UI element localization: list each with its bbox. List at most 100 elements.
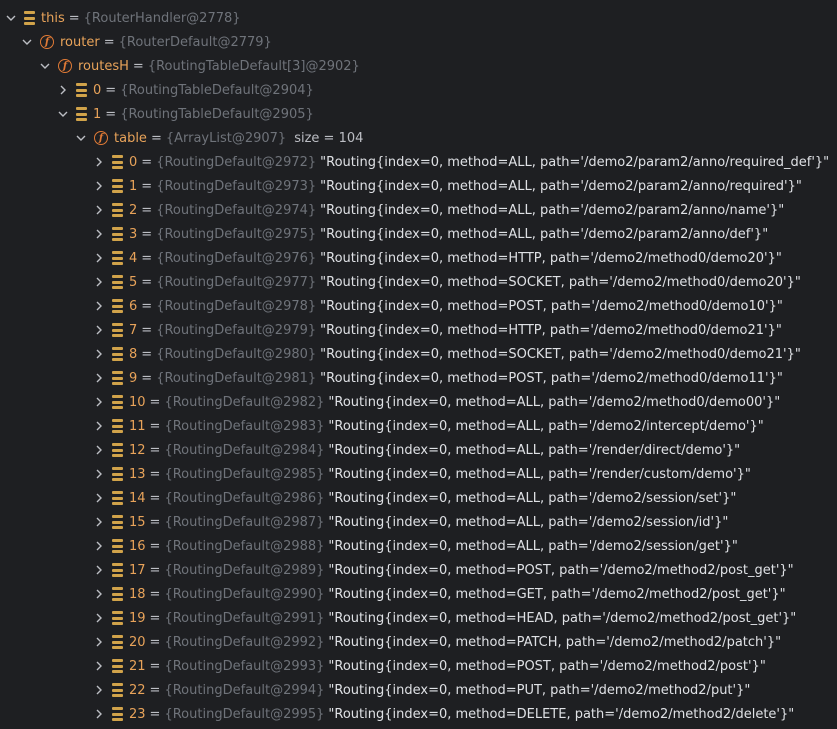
- array-element-icon: [112, 443, 123, 457]
- table-item-row[interactable]: 19 = {RoutingDefault@2991} "Routing{inde…: [0, 606, 837, 630]
- chevron-down-icon[interactable]: [56, 107, 70, 121]
- array-element-icon: [112, 683, 123, 697]
- chevron-right-icon[interactable]: [92, 347, 106, 361]
- tree-node-routesH[interactable]: f routesH = {RoutingTableDefault[3]@2902…: [0, 54, 837, 78]
- chevron-right-icon[interactable]: [92, 539, 106, 553]
- table-item-row[interactable]: 18 = {RoutingDefault@2990} "Routing{inde…: [0, 582, 837, 606]
- array-element-icon: [24, 11, 35, 25]
- table-item-row[interactable]: 14 = {RoutingDefault@2986} "Routing{inde…: [0, 486, 837, 510]
- table-item-row[interactable]: 4 = {RoutingDefault@2976} "Routing{index…: [0, 246, 837, 270]
- tree-node-router[interactable]: f router = {RouterDefault@2779}: [0, 30, 837, 54]
- table-item-row[interactable]: 23 = {RoutingDefault@2995} "Routing{inde…: [0, 702, 837, 726]
- table-item-row[interactable]: 8 = {RoutingDefault@2980} "Routing{index…: [0, 342, 837, 366]
- chevron-down-icon[interactable]: [4, 11, 18, 25]
- chevron-right-icon[interactable]: [92, 563, 106, 577]
- table-item-row[interactable]: 22 = {RoutingDefault@2994} "Routing{inde…: [0, 678, 837, 702]
- chevron-right-icon[interactable]: [92, 227, 106, 241]
- table-item-row[interactable]: 20 = {RoutingDefault@2992} "Routing{inde…: [0, 630, 837, 654]
- tree-node-table[interactable]: f table = {ArrayList@2907} size = 104: [0, 126, 837, 150]
- chevron-right-icon[interactable]: [92, 491, 106, 505]
- table-item-row[interactable]: 2 = {RoutingDefault@2974} "Routing{index…: [0, 198, 837, 222]
- item-index: 12: [129, 442, 146, 458]
- chevron-right-icon[interactable]: [92, 611, 106, 625]
- equals-sign: =: [141, 370, 153, 386]
- equals-sign: =: [149, 538, 161, 554]
- item-ref: {RoutingDefault@2980}: [156, 346, 317, 362]
- table-item-row[interactable]: 21 = {RoutingDefault@2993} "Routing{inde…: [0, 654, 837, 678]
- chevron-right-icon[interactable]: [92, 419, 106, 433]
- equals-sign: =: [105, 106, 117, 122]
- tree-node-routesH-1[interactable]: 1 = {RoutingTableDefault@2905}: [0, 102, 837, 126]
- chevron-right-icon[interactable]: [92, 323, 106, 337]
- chevron-right-icon[interactable]: [92, 683, 106, 697]
- chevron-right-icon[interactable]: [92, 275, 106, 289]
- chevron-right-icon[interactable]: [56, 83, 70, 97]
- item-index: 16: [129, 538, 146, 554]
- chevron-right-icon[interactable]: [92, 371, 106, 385]
- tree-node-this[interactable]: this = {RouterHandler@2778}: [0, 6, 837, 30]
- item-index: 11: [129, 418, 146, 434]
- equals-sign: =: [149, 658, 161, 674]
- chevron-right-icon[interactable]: [92, 707, 106, 721]
- chevron-down-icon[interactable]: [20, 35, 34, 49]
- item-value: "Routing{index=0, method=ALL, path='/dem…: [320, 226, 769, 242]
- item-value: "Routing{index=0, method=PATCH, path='/d…: [328, 634, 782, 650]
- item-value: "Routing{index=0, method=POST, path='/de…: [320, 370, 783, 386]
- chevron-right-icon[interactable]: [92, 203, 106, 217]
- item-index: 19: [129, 610, 146, 626]
- equals-sign: =: [149, 418, 161, 434]
- table-item-row[interactable]: 7 = {RoutingDefault@2979} "Routing{index…: [0, 318, 837, 342]
- table-item-row[interactable]: 1 = {RoutingDefault@2973} "Routing{index…: [0, 174, 837, 198]
- chevron-down-icon[interactable]: [38, 59, 52, 73]
- chevron-right-icon[interactable]: [92, 467, 106, 481]
- equals-sign: =: [141, 322, 153, 338]
- item-ref: {RoutingDefault@2987}: [164, 514, 325, 530]
- item-index: 6: [129, 298, 138, 314]
- equals-sign: =: [149, 466, 161, 482]
- item-value: "Routing{index=0, method=POST, path='/de…: [328, 562, 794, 578]
- table-item-row[interactable]: 6 = {RoutingDefault@2978} "Routing{index…: [0, 294, 837, 318]
- chevron-right-icon[interactable]: [92, 155, 106, 169]
- array-element-icon: [112, 635, 123, 649]
- chevron-right-icon[interactable]: [92, 395, 106, 409]
- equals-sign: =: [141, 298, 153, 314]
- item-ref: {RoutingDefault@2991}: [164, 610, 325, 626]
- chevron-right-icon[interactable]: [92, 179, 106, 193]
- table-item-row[interactable]: 15 = {RoutingDefault@2987} "Routing{inde…: [0, 510, 837, 534]
- table-item-row[interactable]: 3 = {RoutingDefault@2975} "Routing{index…: [0, 222, 837, 246]
- chevron-right-icon[interactable]: [92, 635, 106, 649]
- item-ref: {RoutingDefault@2985}: [164, 466, 325, 482]
- item-value: "Routing{index=0, method=PUT, path='/dem…: [328, 682, 751, 698]
- item-value: "Routing{index=0, method=ALL, path='/dem…: [320, 178, 802, 194]
- table-item-row[interactable]: 17 = {RoutingDefault@2989} "Routing{inde…: [0, 558, 837, 582]
- item-value: "Routing{index=0, method=ALL, path='/ren…: [328, 466, 751, 482]
- chevron-right-icon[interactable]: [92, 443, 106, 457]
- table-item-row[interactable]: 13 = {RoutingDefault@2985} "Routing{inde…: [0, 462, 837, 486]
- item-value: "Routing{index=0, method=HTTP, path='/de…: [320, 250, 782, 266]
- table-item-row[interactable]: 12 = {RoutingDefault@2984} "Routing{inde…: [0, 438, 837, 462]
- equals-sign: =: [141, 154, 153, 170]
- chevron-right-icon[interactable]: [92, 515, 106, 529]
- chevron-right-icon[interactable]: [92, 251, 106, 265]
- chevron-right-icon[interactable]: [92, 659, 106, 673]
- table-item-row[interactable]: 9 = {RoutingDefault@2981} "Routing{index…: [0, 366, 837, 390]
- table-item-row[interactable]: 11 = {RoutingDefault@2983} "Routing{inde…: [0, 414, 837, 438]
- table-item-row[interactable]: 16 = {RoutingDefault@2988} "Routing{inde…: [0, 534, 837, 558]
- array-element-icon: [112, 707, 123, 721]
- table-item-row[interactable]: 0 = {RoutingDefault@2972} "Routing{index…: [0, 150, 837, 174]
- node-label: table: [114, 130, 147, 146]
- array-element-icon: [112, 251, 123, 265]
- item-index: 9: [129, 370, 138, 386]
- equals-sign: =: [141, 274, 153, 290]
- table-item-row[interactable]: 10 = {RoutingDefault@2982} "Routing{inde…: [0, 390, 837, 414]
- chevron-down-icon[interactable]: [74, 131, 88, 145]
- chevron-right-icon[interactable]: [92, 299, 106, 313]
- table-item-row[interactable]: 5 = {RoutingDefault@2977} "Routing{index…: [0, 270, 837, 294]
- node-label: 0: [93, 82, 102, 98]
- chevron-right-icon[interactable]: [92, 587, 106, 601]
- item-value: "Routing{index=0, method=ALL, path='/dem…: [328, 490, 737, 506]
- equals-sign: =: [141, 178, 153, 194]
- array-element-icon: [112, 347, 123, 361]
- tree-node-routesH-0[interactable]: 0 = {RoutingTableDefault@2904}: [0, 78, 837, 102]
- node-ref: {RouterHandler@2778}: [83, 10, 241, 26]
